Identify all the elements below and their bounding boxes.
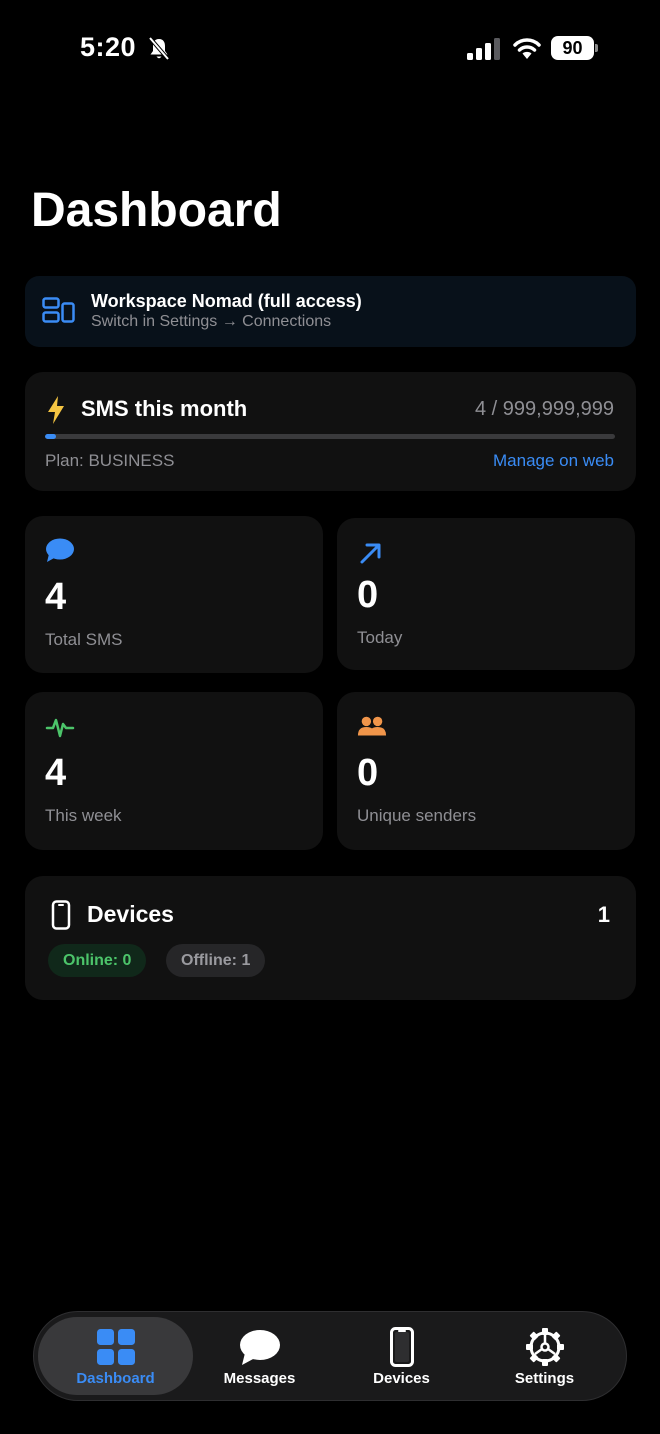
sms-usage-title: SMS this month: [81, 396, 248, 421]
workspace-switch-icon: [42, 297, 75, 323]
stat-card-total-sms: 4 Total SMS: [25, 516, 323, 673]
stat-label: Unique senders: [357, 806, 477, 825]
tab-bar: Dashboard Messages Devices Settings: [33, 1311, 627, 1401]
sms-usage-count: 4 / 999,999,999: [474, 398, 614, 420]
tab-dashboard[interactable]: Dashboard: [38, 1317, 193, 1395]
cellular-signal-icon: [467, 38, 500, 60]
tab-label: Settings: [514, 1370, 575, 1387]
page-title: Dashboard: [31, 184, 282, 237]
wifi-icon: [513, 38, 541, 59]
lightning-bolt-icon: [48, 396, 64, 424]
offline-status-badge: Offline: 1: [166, 944, 266, 977]
stat-value: 4: [45, 752, 67, 794]
tab-label: Dashboard: [76, 1370, 155, 1387]
workspace-subtitle: Switch in Settings → Connections: [91, 313, 332, 330]
manage-on-web-link[interactable]: Manage on web: [493, 451, 614, 471]
stat-label: Total SMS: [45, 630, 123, 649]
people-icon: [357, 716, 387, 736]
arrow-up-right-icon: [360, 543, 381, 564]
workspace-banner[interactable]: Workspace Nomad (full access) Switch in …: [25, 276, 636, 347]
devices-title: Devices: [87, 901, 174, 927]
sms-usage-progress-bar: [45, 434, 615, 439]
workspace-title: Workspace Nomad (full access): [91, 291, 362, 311]
tab-devices[interactable]: Devices: [324, 1317, 479, 1395]
plan-label: Plan: BUSINESS: [45, 451, 175, 470]
stat-card-this-week: 4 This week: [25, 692, 323, 850]
sms-usage-card: SMS this month 4 / 999,999,999 Plan: BUS…: [25, 372, 636, 491]
chat-bubble-icon: [46, 538, 74, 562]
tab-settings[interactable]: Settings: [467, 1317, 622, 1395]
grid-icon: [96, 1329, 135, 1365]
gear-icon: [525, 1328, 564, 1366]
bell-slash-icon: [148, 36, 170, 61]
stat-card-today: 0 Today: [337, 518, 635, 670]
online-status-badge: Online: 0: [48, 944, 147, 977]
devices-card[interactable]: Devices 1 Online: 0 Offline: 1: [25, 876, 636, 1000]
stat-label: Today: [357, 628, 403, 647]
stat-value: 4: [45, 576, 67, 618]
sms-usage-progress-fill: [45, 434, 57, 439]
stat-value: 0: [357, 752, 379, 794]
smartphone-icon: [51, 900, 71, 930]
tab-messages[interactable]: Messages: [182, 1317, 337, 1395]
tab-label: Devices: [373, 1370, 430, 1387]
pulse-icon: [45, 718, 75, 738]
stat-card-unique-senders: 0 Unique senders: [337, 692, 635, 850]
devices-count: 1: [597, 902, 610, 927]
smartphone-icon: [389, 1327, 414, 1367]
battery-icon: 90: [551, 36, 599, 60]
message-bubble-icon: [239, 1330, 280, 1365]
status-bar: 5:20 90: [0, 0, 660, 96]
tab-label: Messages: [223, 1370, 296, 1387]
stat-label: This week: [45, 806, 122, 825]
status-time: 5:20: [80, 32, 137, 62]
stat-value: 0: [357, 574, 379, 616]
battery-level: 90: [562, 38, 583, 58]
